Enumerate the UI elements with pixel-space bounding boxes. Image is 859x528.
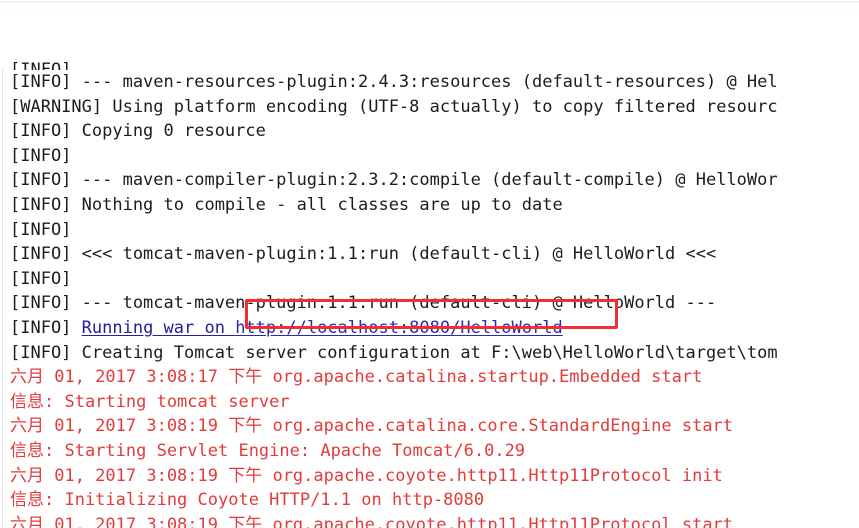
log-line-prefix: [INFO]	[10, 317, 82, 338]
log-line-text: [INFO] --- maven-compiler-plugin:2.3.2:c…	[10, 170, 778, 191]
log-line-text: [WARNING] Using platform encoding (UTF-8…	[10, 96, 778, 117]
log-line: 六月 01, 2017 3:08:19 下午 org.apache.coyote…	[0, 464, 859, 489]
log-line: [INFO] --- maven-resources-plugin:2.4.3:…	[0, 70, 859, 95]
log-line: [INFO] --- maven-compiler-plugin:2.3.2:c…	[0, 168, 859, 193]
log-line-text: [INFO] Creating Tomcat server configurat…	[10, 342, 778, 363]
log-line-text: [INFO] Nothing to compile - all classes …	[10, 194, 563, 215]
log-line-text: [INFO]	[10, 60, 72, 70]
log-line-text: 六月 01, 2017 3:08:19 下午 org.apache.catali…	[10, 416, 734, 437]
log-line-text: [INFO]	[10, 219, 72, 240]
log-line-text: [INFO]	[10, 268, 72, 289]
console-window: [INFO] [INFO] --- maven-resources-plugin:…	[0, 0, 859, 528]
panel-divider-right	[468, 2, 859, 3]
app-url-link[interactable]: http://localhost:8080/HelloWorld	[235, 318, 563, 338]
log-line-text: 信息: Starting tomcat server	[10, 391, 290, 412]
log-line-text: [INFO] Copying 0 resource	[10, 121, 266, 142]
log-line: 信息: Initializing Coyote HTTP/1.1 on http…	[0, 488, 859, 513]
log-line: [INFO] <<< tomcat-maven-plugin:1.1:run (…	[0, 242, 859, 267]
log-line-text: 六月 01, 2017 3:08:19 下午 org.apache.coyote…	[10, 465, 723, 486]
console-log-output[interactable]: [INFO] [INFO] --- maven-resources-plugin:…	[0, 58, 859, 528]
log-line-text: 信息: Initializing Coyote HTTP/1.1 on http…	[10, 490, 485, 511]
log-line: 六月 01, 2017 3:08:19 下午 org.apache.catali…	[0, 414, 859, 439]
log-line: [INFO] Creating Tomcat server configurat…	[0, 341, 859, 366]
log-line-text: 六月 01, 2017 3:08:17 下午 org.apache.catali…	[10, 367, 703, 388]
log-line: [INFO]	[0, 58, 859, 70]
log-line: [INFO] Nothing to compile - all classes …	[0, 193, 859, 218]
log-line-text: [INFO] --- tomcat-maven-plugin:1.1:run (…	[10, 293, 717, 314]
log-line: 六月 01, 2017 3:08:19 下午 org.apache.coyote…	[0, 513, 859, 528]
running-war-link-label[interactable]: Running war on	[82, 318, 236, 338]
log-line: [INFO]	[0, 267, 859, 292]
log-line-text: 信息: Starting Servlet Engine: Apache Tomc…	[10, 440, 526, 461]
log-line: [INFO]	[0, 218, 859, 243]
log-line-text: [INFO]	[10, 145, 72, 166]
panel-divider-left	[0, 2, 458, 3]
panel-divider-secondary	[0, 8, 859, 9]
log-line-text: 六月 01, 2017 3:08:19 下午 org.apache.coyote…	[10, 514, 734, 528]
log-line: [INFO] Copying 0 resource	[0, 119, 859, 144]
log-line: [WARNING] Using platform encoding (UTF-8…	[0, 95, 859, 120]
log-line: 信息: Starting Servlet Engine: Apache Tomc…	[0, 439, 859, 464]
log-line-text: [INFO] --- maven-resources-plugin:2.4.3:…	[10, 72, 778, 92]
log-line-text: [INFO] <<< tomcat-maven-plugin:1.1:run (…	[10, 244, 717, 265]
log-line: [INFO]	[0, 144, 859, 169]
log-line: 信息: Starting tomcat server	[0, 390, 859, 415]
log-line: 六月 01, 2017 3:08:17 下午 org.apache.catali…	[0, 365, 859, 390]
log-line: [INFO] --- tomcat-maven-plugin:1.1:run (…	[0, 291, 859, 316]
log-line[interactable]: [INFO] Running war on http://localhost:8…	[0, 316, 859, 341]
